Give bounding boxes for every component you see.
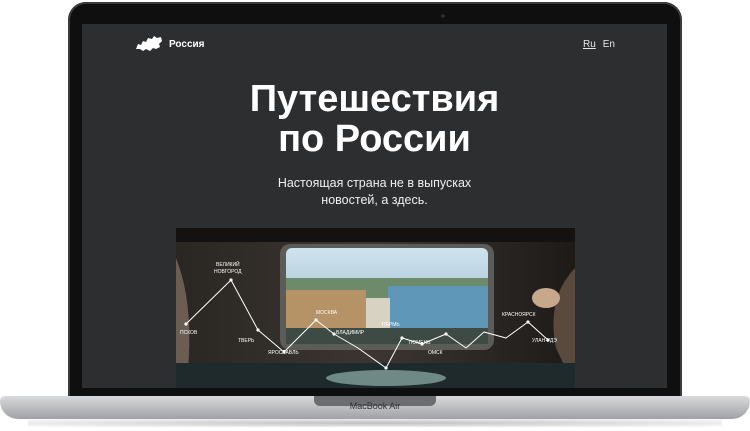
hero-subtitle-line2: новостей, а здесь.	[321, 193, 428, 207]
station-label: ТЮМЕНЬ	[408, 340, 431, 346]
hero-train-window-photo: ВЕЛИКИЙ НОВГОРОД ПСКОВ ТВЕРЬ ЯРОСЛАВЛЬ М…	[176, 228, 575, 388]
language-switcher: Ru En	[583, 39, 615, 50]
lang-ru-link[interactable]: Ru	[583, 39, 596, 50]
logo-text: Россия	[169, 38, 205, 50]
station-label: ВЛАДИМИР	[336, 330, 365, 336]
hero-subtitle: Настоящая страна не в выпусках новостей,…	[82, 175, 667, 209]
website-screen: Россия Ru En Путешествия по России Насто…	[82, 24, 667, 388]
station-label: ЯРОСЛАВЛЬ	[268, 350, 299, 356]
station-label: КРАСНОЯРСК	[502, 312, 536, 318]
station-label: ПСКОВ	[180, 330, 198, 336]
camera-dot	[441, 14, 445, 18]
lang-en-link[interactable]: En	[603, 39, 615, 50]
hero-title-line2: по России	[278, 118, 471, 160]
hero-title: Путешествия по России	[82, 79, 667, 159]
station-label: УЛАН-УДЭ	[532, 338, 557, 344]
station-label: МОСКВА	[316, 310, 338, 316]
hero-subtitle-line1: Настоящая страна не в выпусках	[277, 176, 472, 190]
hero-title-line1: Путешествия	[249, 78, 500, 120]
laptop-shadow	[28, 419, 722, 427]
station-label: ТВЕРЬ	[238, 338, 255, 344]
station-label: НОВГОРОД	[214, 269, 242, 275]
station-label: ОМСК	[428, 350, 443, 356]
station-label: ВЕЛИКИЙ	[216, 260, 240, 268]
laptop-model-label: MacBook Air	[349, 401, 401, 411]
station-label: ПЕРМЬ	[382, 322, 400, 328]
russia-map-icon	[136, 36, 162, 51]
site-logo[interactable]: Россия	[135, 35, 205, 53]
route-map-illustration: ВЕЛИКИЙ НОВГОРОД ПСКОВ ТВЕРЬ ЯРОСЛАВЛЬ М…	[176, 228, 575, 388]
